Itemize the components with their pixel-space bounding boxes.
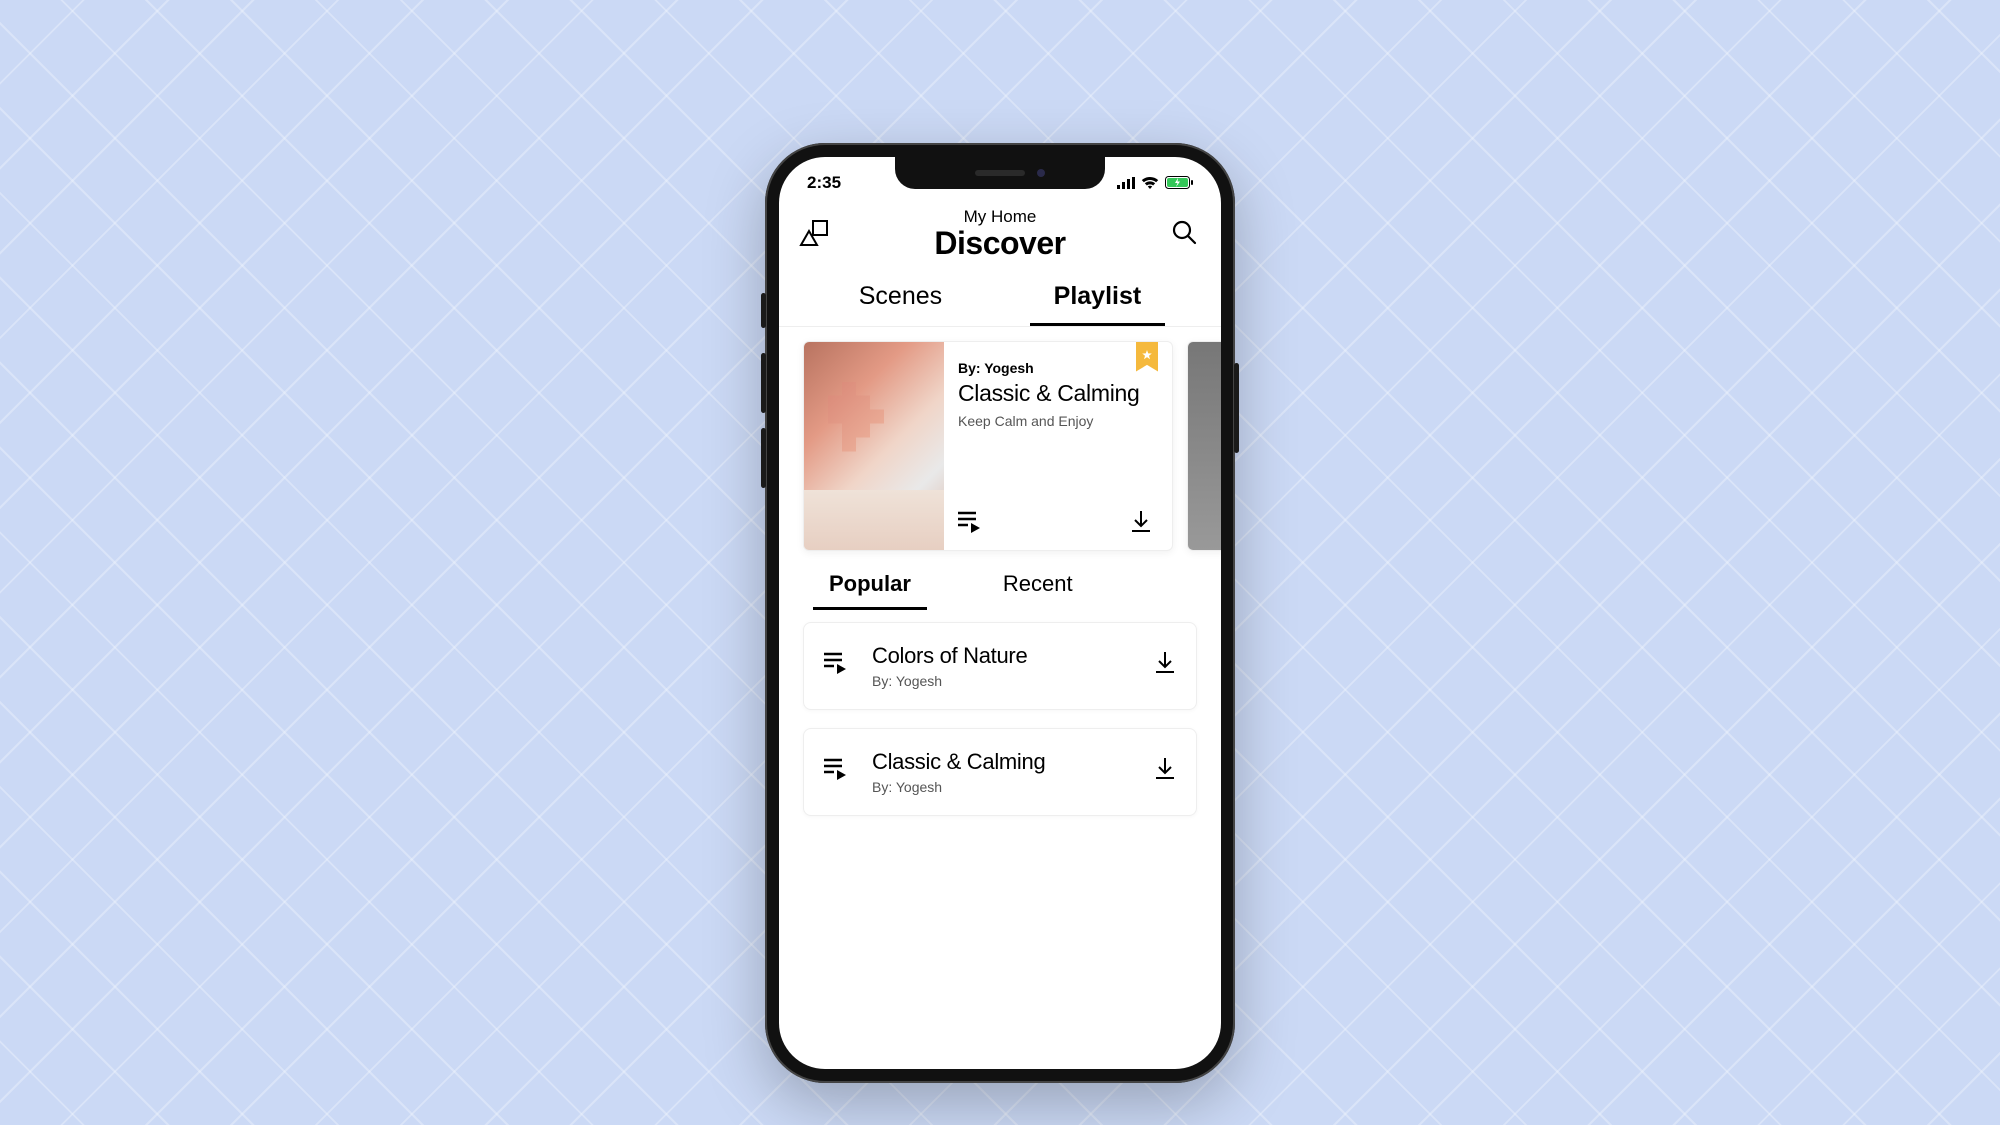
playlist-queue-icon[interactable]	[824, 758, 848, 785]
featured-card[interactable]: By: Yogesh Classic & Calming Keep Calm a…	[803, 341, 1173, 551]
list-item-title: Classic & Calming	[872, 749, 1130, 775]
main-tabs: Scenes Playlist	[779, 268, 1221, 327]
cellular-signal-icon	[1117, 177, 1135, 189]
header-subtitle: My Home	[799, 207, 1201, 227]
featured-subtitle: Keep Calm and Enjoy	[958, 413, 1158, 429]
page-title: Discover	[799, 225, 1201, 262]
list-item-author: By: Yogesh	[872, 673, 1130, 689]
phone-mute-switch	[761, 293, 766, 328]
featured-card-next-peek[interactable]	[1187, 341, 1221, 551]
phone-frame: 2:35 My Home Disc	[765, 143, 1235, 1083]
search-icon[interactable]	[1171, 219, 1197, 250]
subtab-recent[interactable]: Recent	[987, 571, 1089, 610]
tab-scenes[interactable]: Scenes	[835, 282, 966, 326]
list-item-author: By: Yogesh	[872, 779, 1130, 795]
featured-title: Classic & Calming	[958, 380, 1158, 407]
wifi-icon	[1141, 176, 1159, 189]
download-icon[interactable]	[1154, 758, 1176, 785]
screen: 2:35 My Home Disc	[779, 157, 1221, 1069]
phone-power-button	[1234, 363, 1239, 453]
download-icon[interactable]	[1130, 511, 1152, 538]
shapes-icon[interactable]	[799, 219, 829, 254]
featured-carousel[interactable]: By: Yogesh Classic & Calming Keep Calm a…	[779, 327, 1221, 565]
phone-volume-up	[761, 353, 766, 413]
playlist-queue-icon[interactable]	[824, 652, 848, 679]
list-item[interactable]: Classic & Calming By: Yogesh	[803, 728, 1197, 816]
download-icon[interactable]	[1154, 652, 1176, 679]
phone-volume-down	[761, 428, 766, 488]
status-time: 2:35	[807, 173, 841, 193]
list-item[interactable]: Colors of Nature By: Yogesh	[803, 622, 1197, 710]
app-header: My Home Discover	[779, 201, 1221, 268]
featured-author: By: Yogesh	[958, 360, 1158, 376]
list-item-title: Colors of Nature	[872, 643, 1130, 669]
playlist-queue-icon[interactable]	[958, 511, 982, 538]
tab-playlist[interactable]: Playlist	[1030, 282, 1166, 326]
battery-charging-icon	[1165, 176, 1193, 189]
featured-image	[804, 342, 944, 550]
sub-tabs: Popular Recent	[779, 565, 1221, 610]
playlist-list: Colors of Nature By: Yogesh Classic & Ca…	[779, 610, 1221, 828]
subtab-popular[interactable]: Popular	[813, 571, 927, 610]
phone-notch	[895, 157, 1105, 189]
